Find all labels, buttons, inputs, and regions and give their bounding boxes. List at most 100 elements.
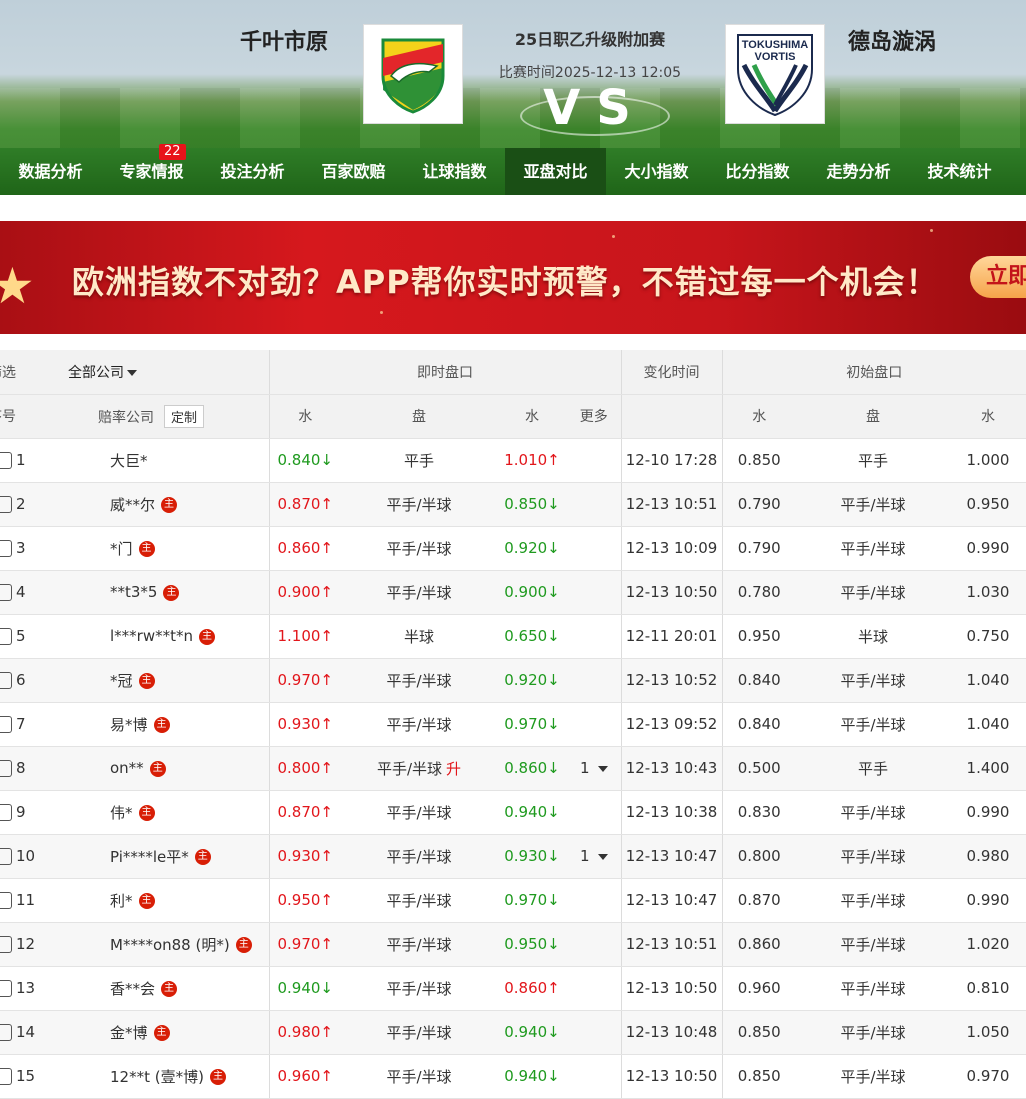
banner-open-app-button[interactable]: 立即 [970,256,1026,298]
nav-tab-asian-handicap[interactable]: 亚盘对比 [505,148,606,195]
table-row[interactable]: 5 l***rw**t*n 主 1.100↑ 半球 0.650↓ 12-11 20:01 0.… [0,614,1026,659]
caret-down-icon[interactable] [597,765,608,772]
row-seq-cell[interactable]: 5 [0,614,42,659]
row-checkbox[interactable] [0,1024,12,1041]
row-seq-cell[interactable]: 13 [0,966,42,1011]
table-row[interactable]: 13 香**会主 0.940↓ 平手/半球 0.860↑ 12-13 10:50 0.960… [0,966,1026,1011]
row-seq-cell[interactable]: 9 [0,790,42,835]
home-team-logo[interactable] [363,24,463,124]
row-checkbox[interactable] [0,936,12,953]
company-name[interactable]: *门 [110,540,133,558]
table-row[interactable]: 3 *门主 0.860↑ 平手/半球 0.920↓ 12-13 10:09 0.790 平手/… [0,526,1026,571]
company-name[interactable]: 伟* [110,804,133,822]
row-checkbox[interactable] [0,1068,12,1085]
row-checkbox[interactable] [0,716,12,733]
more-count[interactable]: 1 [580,759,590,777]
row-checkbox[interactable] [0,804,12,821]
table-row[interactable]: 7 易*博主 0.930↑ 平手/半球 0.970↓ 12-13 09:52 0.840 平手… [0,702,1026,747]
company-cell[interactable]: 利* 主 [42,878,269,923]
company-cell[interactable]: M****on88 (明*) 主 [42,922,269,967]
row-checkbox[interactable] [0,628,12,645]
home-team-name[interactable]: 千叶市原 [240,24,328,56]
row-checkbox[interactable] [0,584,12,601]
table-row[interactable]: 9 伟* 主 0.870↑ 平手/半球 0.940↓ 12-13 10:38 0.830 平手/… [0,790,1026,835]
company-cell[interactable]: 香**会主 [42,966,269,1011]
table-row[interactable]: 14 金*博主 0.980↑ 平手/半球 0.940↓ 12-13 10:48 0.850 平… [0,1010,1026,1055]
company-cell[interactable]: 大巨* [42,438,269,483]
away-team-name[interactable]: 德岛漩涡 [848,24,936,56]
company-cell[interactable]: **t3*5 主 [42,570,269,615]
table-row[interactable]: 4 **t3*5 主 0.900↑ 平手/半球 0.900↓ 12-13 10:50 0.78… [0,570,1026,615]
row-checkbox[interactable] [0,452,12,469]
away-team-logo[interactable]: TOKUSHIMA VORTIS [725,24,825,124]
more-cell[interactable] [567,438,621,483]
company-cell[interactable]: l***rw**t*n 主 [42,614,269,659]
row-checkbox[interactable] [0,496,12,513]
company-name[interactable]: 金*博 [110,1024,148,1042]
table-row[interactable]: 11 利* 主 0.950↑ 平手/半球 0.970↓ 12-13 10:47 0.870 平手… [0,878,1026,923]
row-seq-cell[interactable]: 2 [0,482,42,527]
company-name[interactable]: 香**会 [110,980,155,998]
row-seq-cell[interactable]: 7 [0,702,42,747]
company-cell[interactable]: Pi****le平* 主 [42,834,269,879]
row-seq-cell[interactable]: 10 [0,834,42,879]
more-cell[interactable] [567,1010,621,1055]
company-name[interactable]: 12**t (壹*博) [110,1068,204,1086]
row-checkbox[interactable] [0,980,12,997]
table-row[interactable]: 1 大巨* 0.840↓ 平手 1.010↑ 12-10 17:28 0.850 平手 1.00… [0,438,1026,483]
nav-tab-score-index[interactable]: 比分指数 [707,148,808,195]
nav-tab-data-analysis[interactable]: 数据分析 [0,148,101,195]
company-cell[interactable]: 易*博主 [42,702,269,747]
company-name[interactable]: l***rw**t*n [110,627,193,645]
table-row[interactable]: 15 12**t (壹*博) 主 0.960↑ 平手/半球 0.940↓ 12-13 10:… [0,1054,1026,1099]
company-filter-dropdown[interactable]: 全部公司 [42,350,269,395]
nav-tab-tech-stats[interactable]: 技术统计 [909,148,1010,195]
company-cell[interactable]: 伟* 主 [42,790,269,835]
caret-down-icon[interactable] [597,853,608,860]
table-row[interactable]: 10 Pi****le平* 主 0.930↑ 平手/半球 0.930↓ 1 12-13 10:… [0,834,1026,879]
company-name[interactable]: 易*博 [110,716,148,734]
table-row[interactable]: 12 M****on88 (明*) 主 0.970↑ 平手/半球 0.950↓ 12-13 … [0,922,1026,967]
company-cell[interactable]: 威**尔主 [42,482,269,527]
row-seq-cell[interactable]: 6 [0,658,42,703]
app-promo-banner[interactable]: ★ 欧洲指数不对劲？APP帮你实时预警，不错过每一个机会！ 立即 [0,221,1026,334]
company-name[interactable]: Pi****le平* [110,848,189,866]
more-cell[interactable] [567,614,621,659]
company-cell[interactable]: 12**t (壹*博) 主 [42,1054,269,1099]
more-cell[interactable] [567,526,621,571]
row-seq-cell[interactable]: 12 [0,922,42,967]
company-name[interactable]: on** [110,759,144,777]
company-cell[interactable]: on** 主 [42,746,269,791]
customize-button[interactable]: 定制 [164,404,205,428]
more-cell[interactable] [567,966,621,1011]
nav-tab-over-under[interactable]: 大小指数 [606,148,707,195]
company-cell[interactable]: *冠主 [42,658,269,703]
row-checkbox[interactable] [0,760,12,777]
more-cell[interactable] [567,658,621,703]
company-name[interactable]: *冠 [110,672,133,690]
more-cell[interactable] [567,570,621,615]
table-row[interactable]: 8 on** 主 0.800↑ 平手/半球升 0.860↓ 1 12-13 10:43 0.50… [0,746,1026,791]
more-cell[interactable] [567,702,621,747]
row-checkbox[interactable] [0,892,12,909]
nav-tab-handicap-index[interactable]: 让球指数 [404,148,505,195]
more-cell[interactable] [567,1054,621,1099]
filter-label[interactable]: 筛选 [0,350,42,395]
row-checkbox[interactable] [0,848,12,865]
row-seq-cell[interactable]: 1 [0,438,42,483]
row-seq-cell[interactable]: 8 [0,746,42,791]
more-cell[interactable] [567,922,621,967]
table-row[interactable]: 6 *冠主 0.970↑ 平手/半球 0.920↓ 12-13 10:52 0.840 平手/… [0,658,1026,703]
row-checkbox[interactable] [0,672,12,689]
row-seq-cell[interactable]: 3 [0,526,42,571]
row-seq-cell[interactable]: 4 [0,570,42,615]
nav-tab-trend-analysis[interactable]: 走势分析 [808,148,909,195]
company-name[interactable]: **t3*5 [110,583,157,601]
company-name[interactable]: 利* [110,892,133,910]
company-cell[interactable]: 金*博主 [42,1010,269,1055]
more-cell[interactable] [567,482,621,527]
table-row[interactable]: 2 威**尔主 0.870↑ 平手/半球 0.850↓ 12-13 10:51 0.790 平… [0,482,1026,527]
nav-tab-european-odds[interactable]: 百家欧赔 [303,148,404,195]
nav-tab-expert-intel[interactable]: 专家情报 22 [101,144,202,195]
more-cell[interactable] [567,790,621,835]
